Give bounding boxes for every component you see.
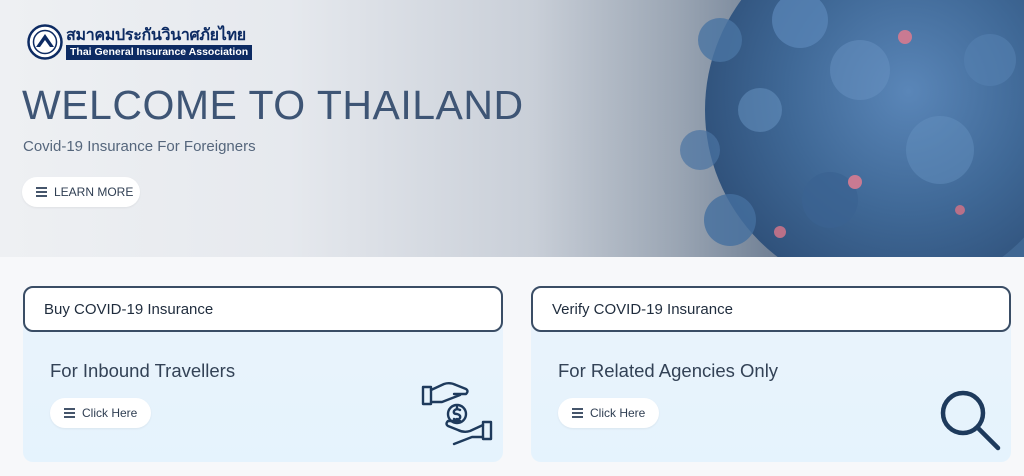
buy-insurance-title: Buy COVID-19 Insurance bbox=[44, 300, 214, 318]
buy-click-here-button[interactable]: Click Here bbox=[50, 398, 152, 428]
verify-insurance-header[interactable]: Verify COVID-19 Insurance bbox=[531, 286, 1011, 332]
buy-click-here-label: Click Here bbox=[82, 406, 138, 420]
logo-english-name: Thai General Insurance Association bbox=[66, 44, 253, 60]
logo-thai-name: สมาคมประกันวินาศภัยไทย bbox=[66, 24, 246, 44]
learn-more-button[interactable]: LEARN MORE bbox=[22, 177, 140, 207]
hero-title: WELCOME TO THAILAND bbox=[22, 82, 524, 128]
menu-icon bbox=[64, 408, 75, 418]
verify-insurance-title: Verify COVID-19 Insurance bbox=[552, 300, 733, 318]
money-exchange-icon bbox=[421, 382, 493, 446]
magnifier-icon bbox=[940, 390, 1001, 451]
verify-insurance-description: For Related Agencies Only bbox=[558, 360, 779, 381]
hero-banner: สมาคมประกันวินาศภัยไทย Thai General Insu… bbox=[0, 0, 1024, 257]
verify-click-here-label: Click Here bbox=[590, 406, 646, 420]
tgia-logo[interactable]: สมาคมประกันวินาศภัยไทย Thai General Insu… bbox=[27, 24, 253, 60]
tgia-emblem-icon bbox=[27, 24, 63, 60]
menu-icon bbox=[572, 408, 583, 418]
verify-insurance-card: Verify COVID-19 Insurance For Related Ag… bbox=[531, 286, 1011, 462]
verify-click-here-button[interactable]: Click Here bbox=[558, 398, 660, 428]
buy-insurance-header[interactable]: Buy COVID-19 Insurance bbox=[23, 286, 503, 332]
menu-icon bbox=[36, 187, 47, 197]
hero-subtitle: Covid-19 Insurance For Foreigners bbox=[23, 138, 256, 155]
buy-insurance-card: Buy COVID-19 Insurance For Inbound Trave… bbox=[23, 286, 503, 462]
learn-more-label: LEARN MORE bbox=[54, 185, 134, 199]
buy-insurance-description: For Inbound Travellers bbox=[50, 360, 236, 381]
